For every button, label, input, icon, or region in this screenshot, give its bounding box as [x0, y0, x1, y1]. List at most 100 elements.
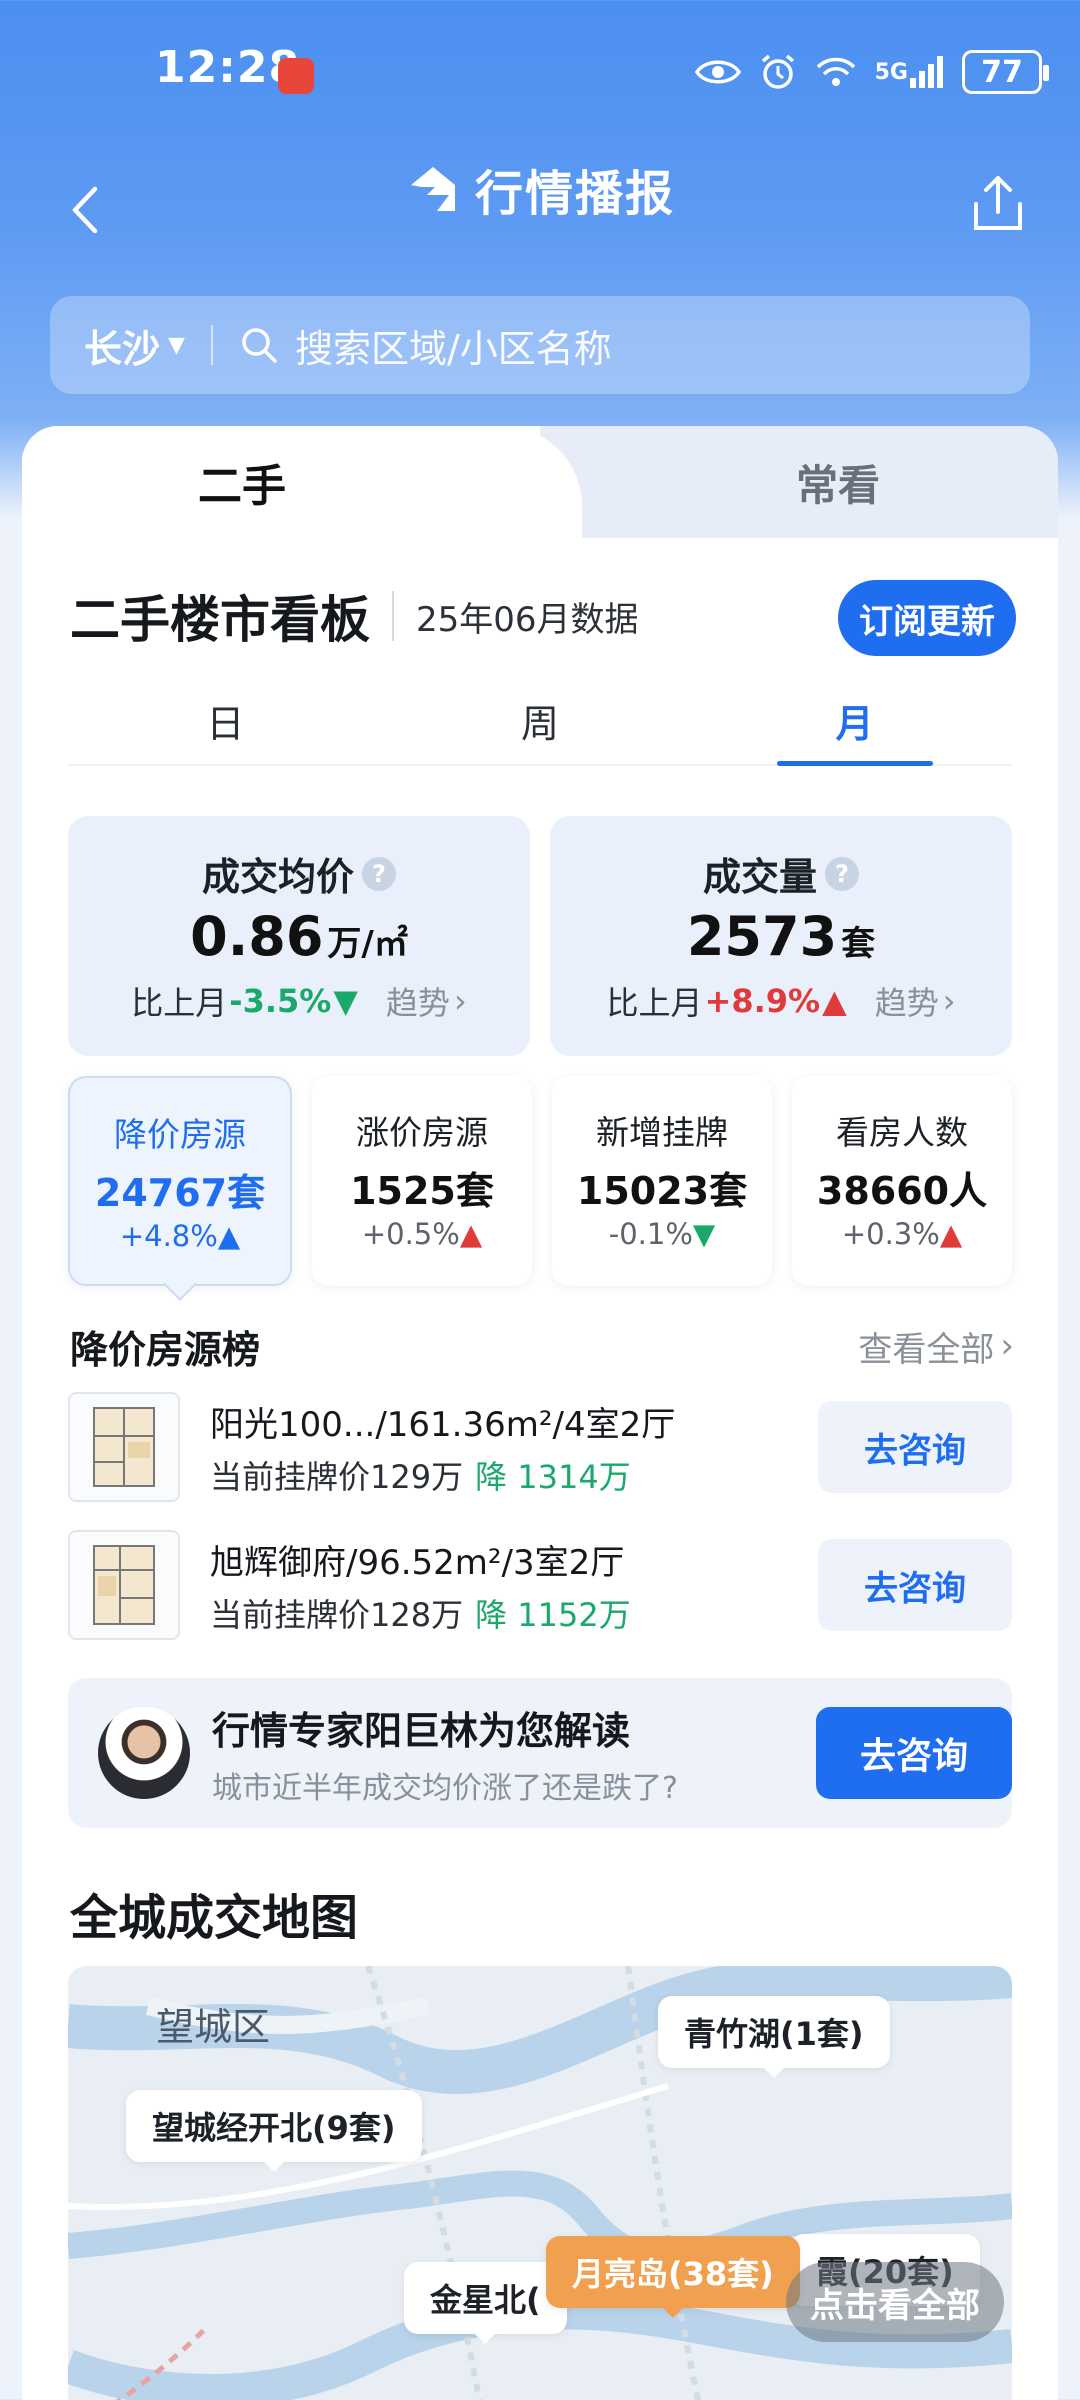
- stat-value-number: 24767: [94, 1171, 228, 1215]
- stat-volume: 成交量 ? 2573 套 比上月 +8.9% ▲ 趋势 ›: [550, 816, 1012, 1056]
- stat-price-cut[interactable]: 降价房源 24767套 +4.8%▲: [68, 1076, 292, 1286]
- floorplan-thumbnail: [68, 1392, 180, 1502]
- stat-avg-price: 成交均价 ? 0.86 万/㎡ 比上月 -3.5% ▼ 趋势 ›: [68, 816, 530, 1056]
- stat-unit: 套: [709, 1169, 748, 1213]
- stat-compare: 比上月 -3.5% ▼ 趋势 ›: [131, 978, 466, 1024]
- chevron-right-icon: ›: [453, 982, 467, 1020]
- help-icon[interactable]: ?: [825, 856, 859, 891]
- view-all-link[interactable]: 查看全部 ›: [858, 1322, 1014, 1371]
- page-title: 行情播报: [474, 166, 675, 222]
- header-title-group: 行情播报: [0, 154, 1080, 224]
- price-label: 当前挂牌价128万: [210, 1595, 464, 1634]
- stat-value-number: 1525: [350, 1169, 456, 1213]
- share-icon: [974, 176, 1022, 230]
- period-tabs: 日 周 月: [68, 676, 1012, 766]
- stat-unit: 人: [949, 1169, 988, 1213]
- city-selector[interactable]: 长沙 ▼: [84, 318, 185, 373]
- stat-change: -0.1%▼: [609, 1217, 715, 1251]
- search-bar[interactable]: 长沙 ▼ 搜索区域/小区名称: [50, 296, 1030, 394]
- list-item[interactable]: 阳光100.../161.36m²/4室2厅 当前挂牌价129万降 1314万 …: [68, 1392, 1012, 1502]
- stat-unit: 套: [455, 1169, 494, 1213]
- tab-secondhand[interactable]: 二手: [22, 426, 582, 538]
- stat-label: 看房人数: [836, 1113, 968, 1152]
- stat-value: 24767套: [95, 1162, 265, 1217]
- map-pin[interactable]: 金星北(: [404, 2262, 567, 2344]
- subscribe-button[interactable]: 订阅更新: [838, 580, 1016, 656]
- caret-down-icon: ▼: [168, 332, 185, 358]
- floorplan-icon: [93, 1545, 155, 1625]
- stat-unit: 套: [227, 1171, 266, 1215]
- item-title: 阳光100.../161.36m²/4室2厅: [210, 1404, 676, 1445]
- share-button[interactable]: [958, 164, 1038, 244]
- list-item[interactable]: 旭辉御府/96.52m²/3室2厅 当前挂牌价128万降 1152万 去咨询: [68, 1530, 1012, 1640]
- stat-unit: 万/㎡: [327, 924, 408, 964]
- item-price: 当前挂牌价129万降 1314万: [210, 1452, 818, 1498]
- stat-label-text: 成交量: [702, 855, 817, 899]
- expert-consult-button[interactable]: 去咨询: [816, 1707, 1012, 1799]
- stat-new-listings[interactable]: 新增挂牌 15023套 -0.1%▼: [552, 1076, 772, 1286]
- big-stats: 成交均价 ? 0.86 万/㎡ 比上月 -3.5% ▼ 趋势 › 成交量 ? 2…: [68, 816, 1012, 1056]
- triangle-up-icon: ▲: [459, 1217, 483, 1251]
- stat-value: 15023套: [577, 1160, 747, 1215]
- district-label: 望城区: [156, 2005, 271, 2049]
- map-view-all-button[interactable]: 点击看全部: [786, 2262, 1004, 2342]
- item-title: 旭辉御府/96.52m²/3室2厅: [210, 1542, 625, 1583]
- signal-icon: 5G: [875, 50, 944, 94]
- eye-icon: [694, 50, 741, 94]
- main-card: 二手 常看 二手楼市看板 25年06月数据 订阅更新 日 周 月 成交均价 ? …: [22, 426, 1058, 2400]
- expert-card[interactable]: 行情专家阳巨林为您解读 城市近半年成交均价涨了还是跌了? 去咨询: [68, 1678, 1012, 1828]
- trend-label: 趋势: [385, 984, 450, 1022]
- help-icon[interactable]: ?: [362, 856, 396, 891]
- search-input[interactable]: 搜索区域/小区名称: [295, 318, 612, 373]
- alarm-icon: [759, 50, 797, 94]
- tab-day[interactable]: 日: [68, 676, 383, 764]
- trend-link[interactable]: 趋势 ›: [386, 978, 467, 1024]
- stat-label: 涨价房源: [356, 1113, 488, 1152]
- board-title: 二手楼市看板: [70, 591, 370, 649]
- divider: [210, 325, 213, 365]
- battery-icon: 77: [962, 50, 1049, 94]
- price-drop: 降 1152万: [475, 1595, 631, 1634]
- stat-value: 38660人: [817, 1160, 987, 1215]
- tab-frequent[interactable]: 常看: [558, 426, 1058, 538]
- map-pin[interactable]: 望城经开北(9套): [126, 2090, 422, 2172]
- map-pin[interactable]: 青竹湖(1套): [658, 1996, 890, 2078]
- tab-month[interactable]: 月: [697, 676, 1012, 764]
- triangle-up-icon: ▲: [822, 982, 847, 1020]
- wifi-icon: [815, 50, 857, 94]
- triangle-down-icon: ▼: [333, 982, 358, 1020]
- consult-button[interactable]: 去咨询: [818, 1401, 1012, 1493]
- transaction-map[interactable]: 望城区 青竹湖(1套) 望城经开北(9套) 金星北( 霞(20套) 月亮岛(38…: [68, 1966, 1012, 2400]
- stat-label: 成交量 ?: [703, 846, 859, 901]
- floorplan-icon: [93, 1407, 155, 1487]
- map-pin-highlight[interactable]: 月亮岛(38套): [546, 2236, 800, 2318]
- rank-header: 降价房源榜 查看全部 ›: [70, 1316, 1014, 1376]
- floorplan-thumbnail: [68, 1530, 180, 1640]
- trend-label: 趋势: [874, 984, 939, 1022]
- change-value: -0.1%: [608, 1217, 693, 1251]
- stat-value: 2573 套: [687, 905, 875, 968]
- status-bar: 12:28 5G 77: [0, 0, 1080, 150]
- city-label: 长沙: [84, 326, 161, 371]
- stat-price-rise[interactable]: 涨价房源 1525套 +0.5%▲: [312, 1076, 532, 1286]
- stat-value-number: 2573: [686, 905, 838, 968]
- triangle-down-icon: ▼: [692, 1217, 716, 1251]
- expert-title: 行情专家阳巨林为您解读: [212, 1708, 631, 1753]
- trend-link[interactable]: 趋势 ›: [875, 978, 956, 1024]
- map-title: 全城成交地图: [70, 1890, 359, 1946]
- divider: [392, 591, 394, 641]
- stat-compare: 比上月 +8.9% ▲ 趋势 ›: [607, 978, 956, 1024]
- small-stats: 降价房源 24767套 +4.8%▲ 涨价房源 1525套 +0.5%▲ 新增挂…: [68, 1076, 1012, 1286]
- consult-button[interactable]: 去咨询: [818, 1539, 1012, 1631]
- stat-change: +0.3%▲: [842, 1217, 962, 1251]
- triangle-up-icon: ▲: [939, 1217, 963, 1251]
- stat-value: 1525套: [350, 1160, 494, 1215]
- stat-viewers[interactable]: 看房人数 38660人 +0.3%▲: [792, 1076, 1012, 1286]
- change-value: +4.8%: [119, 1219, 218, 1253]
- stat-label: 降价房源: [114, 1115, 246, 1154]
- tab-week[interactable]: 周: [383, 676, 698, 764]
- change-value: +0.3%: [841, 1217, 940, 1251]
- stat-label: 新增挂牌: [596, 1113, 728, 1152]
- change-value: -3.5%: [229, 982, 332, 1020]
- item-text: 阳光100.../161.36m²/4室2厅 当前挂牌价129万降 1314万: [210, 1397, 818, 1498]
